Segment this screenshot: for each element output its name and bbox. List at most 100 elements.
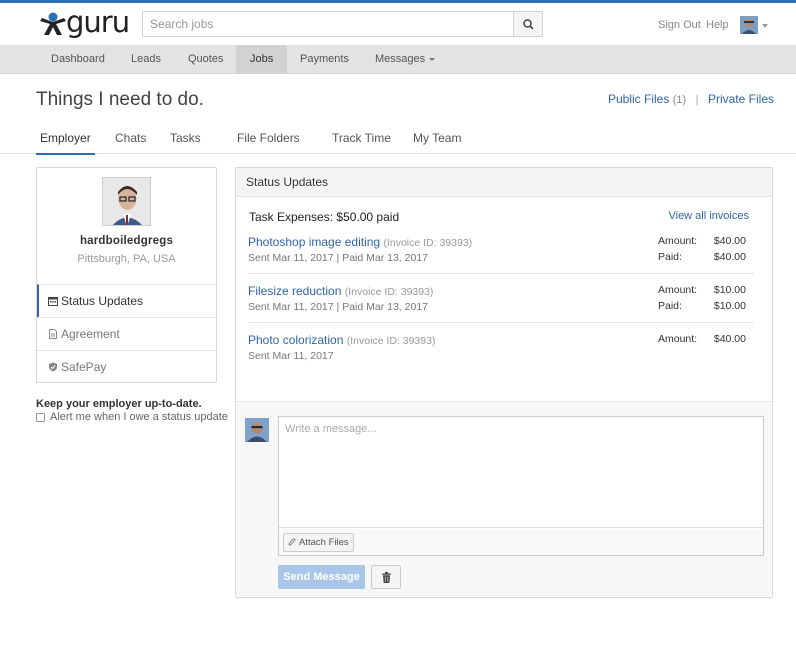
amount-value: $40.00: [713, 333, 746, 345]
amount-value: $10.00: [713, 284, 746, 296]
trash-icon: [381, 571, 391, 583]
status-reminder-heading: Keep your employer up-to-date.: [36, 398, 202, 410]
nav-leads[interactable]: Leads: [117, 45, 175, 74]
my-avatar: [245, 418, 269, 442]
send-message-button[interactable]: Send Message: [278, 565, 365, 589]
status-alert-label: Alert me when I owe a status update: [50, 411, 228, 423]
paid-value: $40.00: [713, 251, 746, 263]
public-files-count: (1): [672, 94, 687, 106]
guru-logo-icon: [40, 12, 66, 35]
panel-title: Status Updates: [236, 168, 772, 197]
discard-message-button[interactable]: [371, 565, 401, 589]
invoice-item: Photoshop image editing (Invoice ID: 393…: [248, 235, 756, 264]
task-expenses-label: Task Expenses:: [249, 210, 334, 224]
invoice-title-link[interactable]: Photo colorization: [248, 333, 343, 347]
employer-name[interactable]: hardboiledgregs: [37, 235, 216, 247]
nav-dashboard[interactable]: Dashboard: [37, 45, 119, 74]
divider: |: [695, 92, 699, 106]
invoice-sent-date: Sent Mar 11, 2017: [248, 350, 334, 362]
sidebar-item-label: Status Updates: [61, 294, 144, 308]
invoice-sent-date: Sent Mar 11, 2017: [248, 252, 334, 264]
sidebar-item-label: SafePay: [61, 360, 107, 374]
search-input[interactable]: [143, 12, 515, 36]
user-menu-caret-icon[interactable]: [762, 24, 768, 28]
shield-icon: [49, 362, 57, 372]
employer-avatar[interactable]: [102, 177, 151, 226]
nav-payments[interactable]: Payments: [286, 45, 363, 74]
invoice-paid-date: | Paid Mar 13, 2017: [336, 301, 428, 313]
status-alert-option[interactable]: Alert me when I owe a status update: [36, 411, 228, 423]
tab-chats[interactable]: Chats: [115, 131, 146, 153]
header: guru Sign Out Help: [0, 3, 796, 45]
attach-files-label: Attach Files: [299, 537, 349, 548]
invoice-id: (Invoice ID: 39393): [344, 286, 434, 298]
employer-location: Pittsburgh, PA, USA: [77, 253, 176, 265]
attachment-bar: Attach Files: [279, 529, 763, 555]
tab-tasks[interactable]: Tasks: [170, 131, 201, 153]
tab-track-time[interactable]: Track Time: [332, 131, 391, 153]
nav-messages-label: Messages: [375, 53, 426, 65]
calendar-icon: [48, 297, 58, 306]
public-files-link[interactable]: Public Files: [608, 92, 669, 106]
tab-my-team[interactable]: My Team: [413, 131, 461, 153]
search-button[interactable]: [513, 12, 542, 36]
files-links: Public Files (1) | Private Files: [608, 92, 774, 106]
invoice-amounts: Amount: $40.00 Paid: $40.00: [658, 235, 746, 267]
document-icon: [49, 329, 57, 339]
guru-logo[interactable]: guru: [38, 5, 133, 39]
chevron-down-icon: [429, 57, 436, 61]
sidebar-item-label: Agreement: [61, 327, 120, 341]
nav-messages[interactable]: Messages: [361, 45, 449, 74]
logo-text: guru: [66, 5, 130, 39]
amount-label: Amount:: [658, 284, 698, 296]
tab-bar: Employer Chats Tasks File Folders Track …: [0, 124, 796, 155]
invoice-amounts: Amount: $40.00: [658, 333, 746, 349]
message-input[interactable]: [279, 417, 763, 528]
tab-file-folders[interactable]: File Folders: [237, 131, 300, 153]
amount-label: Amount:: [658, 235, 698, 247]
sign-out-link[interactable]: Sign Out: [658, 19, 701, 31]
page-title: Things I need to do.: [36, 89, 204, 110]
employer-profile-card: hardboiledgregs Pittsburgh, PA, USA Stat…: [36, 167, 217, 383]
invoice-title-link[interactable]: Photoshop image editing: [248, 235, 380, 249]
invoice-id: (Invoice ID: 39393): [383, 237, 473, 249]
invoice-item: Photo colorization (Invoice ID: 39393) S…: [248, 333, 756, 362]
invoice-paid-date: | Paid Mar 13, 2017: [336, 252, 428, 264]
message-box: Attach Files: [278, 416, 764, 556]
private-files-link[interactable]: Private Files: [708, 92, 774, 106]
status-updates-panel: Status Updates Task Expenses: $50.00 pai…: [235, 167, 773, 598]
status-alert-checkbox[interactable]: [36, 412, 45, 422]
invoice-item: Filesize reduction (Invoice ID: 39393) S…: [248, 284, 756, 313]
paperclip-icon: [288, 538, 296, 546]
invoice-title-link[interactable]: Filesize reduction: [248, 284, 341, 298]
task-expenses: Task Expenses: $50.00 paid: [249, 210, 399, 224]
sidebar-item-status-updates[interactable]: Status Updates: [37, 284, 216, 317]
help-link[interactable]: Help: [706, 19, 729, 31]
user-avatar[interactable]: [740, 16, 758, 34]
paid-label: Paid:: [658, 300, 682, 312]
main-nav: Dashboard Leads Quotes Jobs Payments Mes…: [0, 45, 796, 74]
search-box: [142, 11, 543, 37]
view-all-invoices-link[interactable]: View all invoices: [668, 210, 749, 222]
divider: [248, 322, 754, 323]
paid-value: $10.00: [713, 300, 746, 312]
nav-quotes[interactable]: Quotes: [174, 45, 237, 74]
invoice-sent-date: Sent Mar 11, 2017: [248, 301, 334, 313]
invoice-id: (Invoice ID: 39393): [346, 335, 436, 347]
divider: [248, 273, 754, 274]
nav-jobs[interactable]: Jobs: [236, 45, 288, 74]
tab-employer[interactable]: Employer: [36, 131, 95, 155]
paid-label: Paid:: [658, 251, 682, 263]
attach-files-button[interactable]: Attach Files: [283, 533, 354, 552]
sidebar-item-safepay[interactable]: SafePay: [37, 350, 216, 383]
invoice-dates: Sent Mar 11, 2017: [248, 350, 756, 362]
invoice-amounts: Amount: $10.00 Paid: $10.00: [658, 284, 746, 316]
user-avatar-icon: [740, 16, 758, 34]
my-avatar-icon: [245, 418, 269, 442]
message-composer: Attach Files Send Message: [236, 401, 772, 597]
task-expenses-value: $50.00 paid: [336, 210, 400, 224]
sidebar-item-agreement[interactable]: Agreement: [37, 317, 216, 350]
amount-value: $40.00: [713, 235, 746, 247]
amount-label: Amount:: [658, 333, 698, 345]
employer-avatar-icon: [103, 178, 150, 225]
